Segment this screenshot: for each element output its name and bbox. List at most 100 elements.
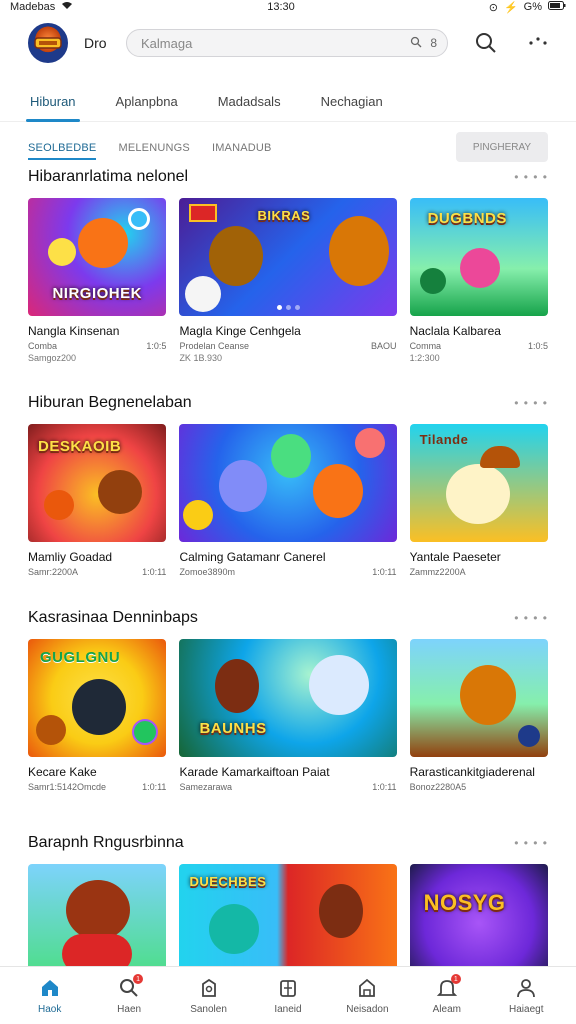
- nav-label: Haok: [38, 1004, 62, 1015]
- game-card[interactable]: [28, 864, 167, 982]
- game-card[interactable]: Tilande Yantale Paeseter Zammz2200A: [409, 424, 548, 577]
- game-thumbnail[interactable]: DUGBNDS: [409, 198, 548, 316]
- game-card[interactable]: DUGBNDS Naclala Kalbarea Comma 1:0:5 1:2:…: [409, 198, 548, 363]
- section-1: Hibaranrlatima nelonel • • • • NIRGIOHEK…: [0, 164, 576, 363]
- game-thumbnail[interactable]: Tilande: [409, 424, 548, 542]
- bottom-nav: Haok 1 Haen Sanolen Ianeid Neisadon 1 Al…: [0, 966, 576, 1024]
- tab-hiburan[interactable]: Hiburan: [26, 94, 80, 122]
- card-stat: 1:0:11: [372, 782, 397, 792]
- tab-aplanpbna[interactable]: Aplanpbna: [116, 94, 178, 121]
- game-thumbnail[interactable]: DESKAOIB: [28, 424, 167, 542]
- nav-search[interactable]: 1 Haen: [99, 974, 159, 1015]
- nav-bag[interactable]: Neisadon: [337, 976, 397, 1015]
- thumbnail-title: GUGLGNU: [40, 649, 121, 666]
- nav-label: Haiaegt: [509, 1004, 544, 1015]
- thumbnail-title: NOSYG: [423, 890, 506, 915]
- app-logo[interactable]: [28, 23, 68, 63]
- game-thumbnail[interactable]: [28, 864, 167, 982]
- card-category: Zomoe3890m: [179, 567, 235, 577]
- thumbnail-title: NIRGIOHEK: [52, 285, 142, 302]
- battery-icon: [548, 1, 566, 13]
- game-card[interactable]: Rarasticankitgiaderenal Bonoz2280A5: [409, 639, 548, 792]
- section-4: Barapnh Rngusrbinna • • • • DUECHBES NOS…: [0, 830, 576, 982]
- game-card[interactable]: BAUNHS Karade Kamarkaiftoan Paiat Sameza…: [179, 639, 397, 792]
- tab-nechagian[interactable]: Nechagian: [321, 94, 383, 121]
- more-icon[interactable]: [524, 29, 552, 57]
- tab-madadsals[interactable]: Madadsals: [218, 94, 281, 121]
- more-dots-icon[interactable]: • • • •: [514, 836, 548, 850]
- game-thumbnail[interactable]: BIKRAS: [179, 198, 397, 316]
- card-title: Calming Gatamanr Canerel: [179, 550, 326, 564]
- clock: 13:30: [267, 1, 295, 13]
- section-title: Barapnh Rngusrbinna: [28, 834, 184, 851]
- filter-button[interactable]: PINGHERAY: [456, 132, 548, 162]
- section-title: Kasrasinaa Denninbaps: [28, 609, 198, 626]
- game-thumbnail[interactable]: [409, 639, 548, 757]
- card-stat: BAOU: [371, 341, 397, 351]
- section-2: Hiburan Begnenelaban • • • • DESKAOIB Ma…: [0, 390, 576, 577]
- nav-shop[interactable]: Sanolen: [179, 976, 239, 1015]
- card-stat: 1:0:11: [372, 567, 397, 577]
- card-category: Samr1:5142Omcde: [28, 782, 107, 792]
- subtab-3[interactable]: IMANADUB: [212, 134, 272, 162]
- search-placeholder: Kalmaga: [141, 35, 193, 51]
- nav-home[interactable]: Haok: [20, 976, 80, 1015]
- wifi-icon: [61, 1, 73, 13]
- search-small-icon: [410, 36, 422, 51]
- thumbnail-title: DESKAOIB: [38, 438, 122, 455]
- game-thumbnail[interactable]: BAUNHS: [179, 639, 397, 757]
- game-thumbnail[interactable]: NOSYG: [409, 864, 548, 982]
- card-title: Yantale Paeseter: [409, 550, 501, 564]
- box-icon: [276, 976, 300, 1000]
- thumbnail-title: BIKRAS: [257, 208, 311, 223]
- nav-label: Sanolen: [190, 1004, 227, 1015]
- more-dots-icon[interactable]: • • • •: [514, 170, 548, 184]
- bag-icon: [355, 976, 379, 1000]
- card-title: Mamliy Goadad: [28, 550, 113, 564]
- game-card[interactable]: BIKRAS Magla Kinge Cenhgela Prodelan Cea…: [179, 198, 397, 363]
- search-icon[interactable]: [472, 29, 500, 57]
- brand-name: Dro: [84, 35, 107, 51]
- section-3: Kasrasinaa Denninbaps • • • • GUGLGNU Ke…: [0, 605, 576, 792]
- game-card[interactable]: DESKAOIB Mamliy Goadad Samr:2200A 1:0:11: [28, 424, 167, 577]
- nav-alerts[interactable]: 1 Aleam: [417, 974, 477, 1015]
- card-subtitle: Samgoz200: [28, 353, 77, 363]
- game-thumbnail[interactable]: [179, 424, 397, 542]
- nav-label: Neisadon: [346, 1004, 389, 1015]
- shop-icon: [197, 976, 221, 1000]
- card-category: Comma: [409, 341, 442, 351]
- search-input[interactable]: Kalmaga 8: [126, 29, 448, 57]
- more-dots-icon[interactable]: • • • •: [514, 611, 548, 625]
- nav-label: Aleam: [432, 1004, 461, 1015]
- thumbnail-title: DUGBNDS: [427, 210, 507, 227]
- game-card[interactable]: GUGLGNU Kecare Kake Samr1:5142Omcde 1:0:1…: [28, 639, 167, 792]
- nav-box[interactable]: Ianeid: [258, 976, 318, 1015]
- card-stat: 1:0:11: [142, 782, 167, 792]
- game-card[interactable]: NIRGIOHEK Nangla Kinsenan Comba 1:0:5 Sam…: [28, 198, 167, 363]
- search-suffix: 8: [430, 35, 437, 50]
- subtab-1[interactable]: SEOLBEDBE: [28, 134, 97, 162]
- signal-icon: ⚡: [503, 1, 518, 14]
- game-thumbnail[interactable]: DUECHBES: [179, 864, 397, 982]
- game-card[interactable]: NOSYG: [409, 864, 548, 982]
- card-title: Nangla Kinsenan: [28, 324, 120, 338]
- game-card[interactable]: DUECHBES: [179, 864, 397, 982]
- game-thumbnail[interactable]: NIRGIOHEK: [28, 198, 167, 316]
- card-title: Naclala Kalbarea: [409, 324, 501, 338]
- game-card[interactable]: Calming Gatamanr Canerel Zomoe3890m 1:0:1…: [179, 424, 397, 577]
- nav-label: Ianeid: [274, 1004, 302, 1015]
- status-bar: Madebas 13:30 ⊙ ⚡ G%: [0, 0, 576, 14]
- card-title: Magla Kinge Cenhgela: [179, 324, 301, 338]
- card-category: Samr:2200A: [28, 567, 79, 577]
- card-category: Samezarawa: [179, 782, 232, 792]
- card-category: Comba: [28, 341, 58, 351]
- subtab-2[interactable]: MELENUNGS: [118, 134, 189, 162]
- carrier-label: Madebas: [10, 1, 56, 13]
- notification-badge: 1: [450, 974, 461, 984]
- more-dots-icon[interactable]: • • • •: [514, 396, 548, 410]
- game-thumbnail[interactable]: GUGLGNU: [28, 639, 167, 757]
- card-stat: 1:0:5: [527, 341, 548, 351]
- person-icon: [514, 976, 538, 1000]
- section-title: Hibaranrlatima nelonel: [28, 168, 189, 185]
- nav-profile[interactable]: Haiaegt: [496, 976, 556, 1015]
